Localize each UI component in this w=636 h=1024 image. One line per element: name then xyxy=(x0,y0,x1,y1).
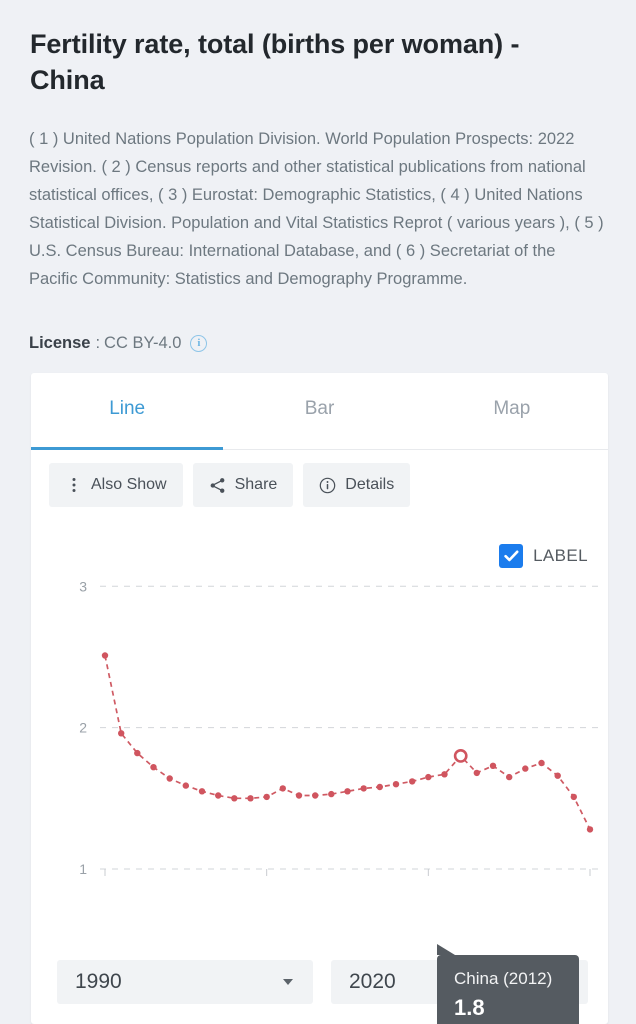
license-line: License : CC BY-4.0 i xyxy=(29,331,208,355)
info-icon xyxy=(319,477,336,494)
tab-line-label: Line xyxy=(109,398,146,419)
chart-x-ticks xyxy=(104,869,591,876)
chart-point[interactable] xyxy=(101,652,109,659)
tab-map-label: Map xyxy=(493,398,531,419)
tab-bar[interactable]: Bar xyxy=(223,373,415,449)
source-citation: ( 1 ) United Nations Population Division… xyxy=(29,129,604,288)
chart-type-tabs: Line Bar Map xyxy=(31,373,608,450)
chart-point[interactable] xyxy=(344,788,351,795)
tooltip-value: 1.8 xyxy=(454,995,485,1020)
chart-point[interactable] xyxy=(570,793,577,801)
chart-point[interactable] xyxy=(312,792,319,799)
share-button[interactable]: Share xyxy=(192,463,294,507)
chart-point[interactable] xyxy=(376,783,383,791)
page-root: Fertility rate, total (births per woman)… xyxy=(0,0,636,1024)
details-button[interactable]: Details xyxy=(303,463,411,507)
chart-tooltip: China (2012) 1.8 xyxy=(437,944,579,1024)
chart-point[interactable] xyxy=(247,795,254,802)
chart-point[interactable] xyxy=(522,765,529,772)
chart-point[interactable] xyxy=(360,785,367,792)
tooltip-title: China (2012) xyxy=(454,969,553,988)
checkbox-checked-icon[interactable] xyxy=(499,544,524,568)
chart-point[interactable] xyxy=(586,826,594,833)
chart-point[interactable] xyxy=(263,793,270,801)
chart-gridlines xyxy=(100,585,604,870)
details-label: Details xyxy=(345,476,395,493)
start-year-select[interactable]: 1990 xyxy=(57,960,313,1004)
svg-text:1: 1 xyxy=(79,861,87,877)
chart-point[interactable] xyxy=(392,781,400,788)
chart-toolbar: Also Show Share Details xyxy=(49,463,411,507)
chart-point[interactable] xyxy=(279,785,286,792)
page-title: Fertility rate, total (births per woman)… xyxy=(30,29,520,96)
chart-y-tick-labels: 1 2 3 xyxy=(79,578,87,877)
chart-point[interactable] xyxy=(538,759,545,767)
chart-point[interactable] xyxy=(425,773,432,781)
chart-data-points xyxy=(101,652,594,833)
chart-point[interactable] xyxy=(198,788,206,795)
chart-point[interactable] xyxy=(489,762,497,769)
info-icon[interactable]: i xyxy=(190,334,208,352)
chart-point[interactable] xyxy=(118,730,125,737)
tab-bar-label: Bar xyxy=(304,398,335,419)
svg-text:3: 3 xyxy=(79,578,87,594)
chart-point[interactable] xyxy=(182,782,189,789)
chart-canvas: 1 2 3 xyxy=(79,578,604,877)
chart-point[interactable] xyxy=(166,775,173,782)
tab-line[interactable]: Line xyxy=(31,373,224,450)
license-value: CC BY-4.0 xyxy=(104,334,182,352)
svg-text:2: 2 xyxy=(79,720,87,736)
chart-point[interactable] xyxy=(231,795,238,802)
vertical-dots-icon xyxy=(65,477,82,494)
license-separator: : xyxy=(95,334,101,352)
chart-point-highlighted[interactable] xyxy=(453,748,468,763)
also-show-label: Also Show xyxy=(91,476,167,493)
chart-point[interactable] xyxy=(215,792,222,799)
chart-card: Line Bar Map Also Show Share Details 1 2… xyxy=(31,373,608,1024)
chart-point[interactable] xyxy=(409,778,416,785)
chart-point[interactable] xyxy=(150,764,157,771)
line-chart[interactable]: 123 LABEL CHINA China (2012) 1.8 xyxy=(31,528,608,1024)
chart-point[interactable] xyxy=(441,771,448,778)
chart-point[interactable] xyxy=(134,749,141,757)
chart-point[interactable] xyxy=(328,790,335,798)
label-toggle-text: LABEL xyxy=(533,546,588,565)
share-label: Share xyxy=(234,476,278,493)
share-icon xyxy=(209,477,226,494)
chart-point[interactable] xyxy=(554,772,561,779)
chevron-down-icon xyxy=(283,979,293,985)
tab-map[interactable]: Map xyxy=(416,373,608,449)
start-year-value: 1990 xyxy=(75,970,122,993)
chart-point[interactable] xyxy=(473,769,480,777)
label-toggle[interactable]: LABEL xyxy=(499,544,588,568)
also-show-button[interactable]: Also Show xyxy=(49,463,183,507)
chart-series-line xyxy=(104,655,591,830)
license-label: License xyxy=(29,334,91,352)
chart-point[interactable] xyxy=(506,773,513,781)
chart-point[interactable] xyxy=(295,792,303,799)
